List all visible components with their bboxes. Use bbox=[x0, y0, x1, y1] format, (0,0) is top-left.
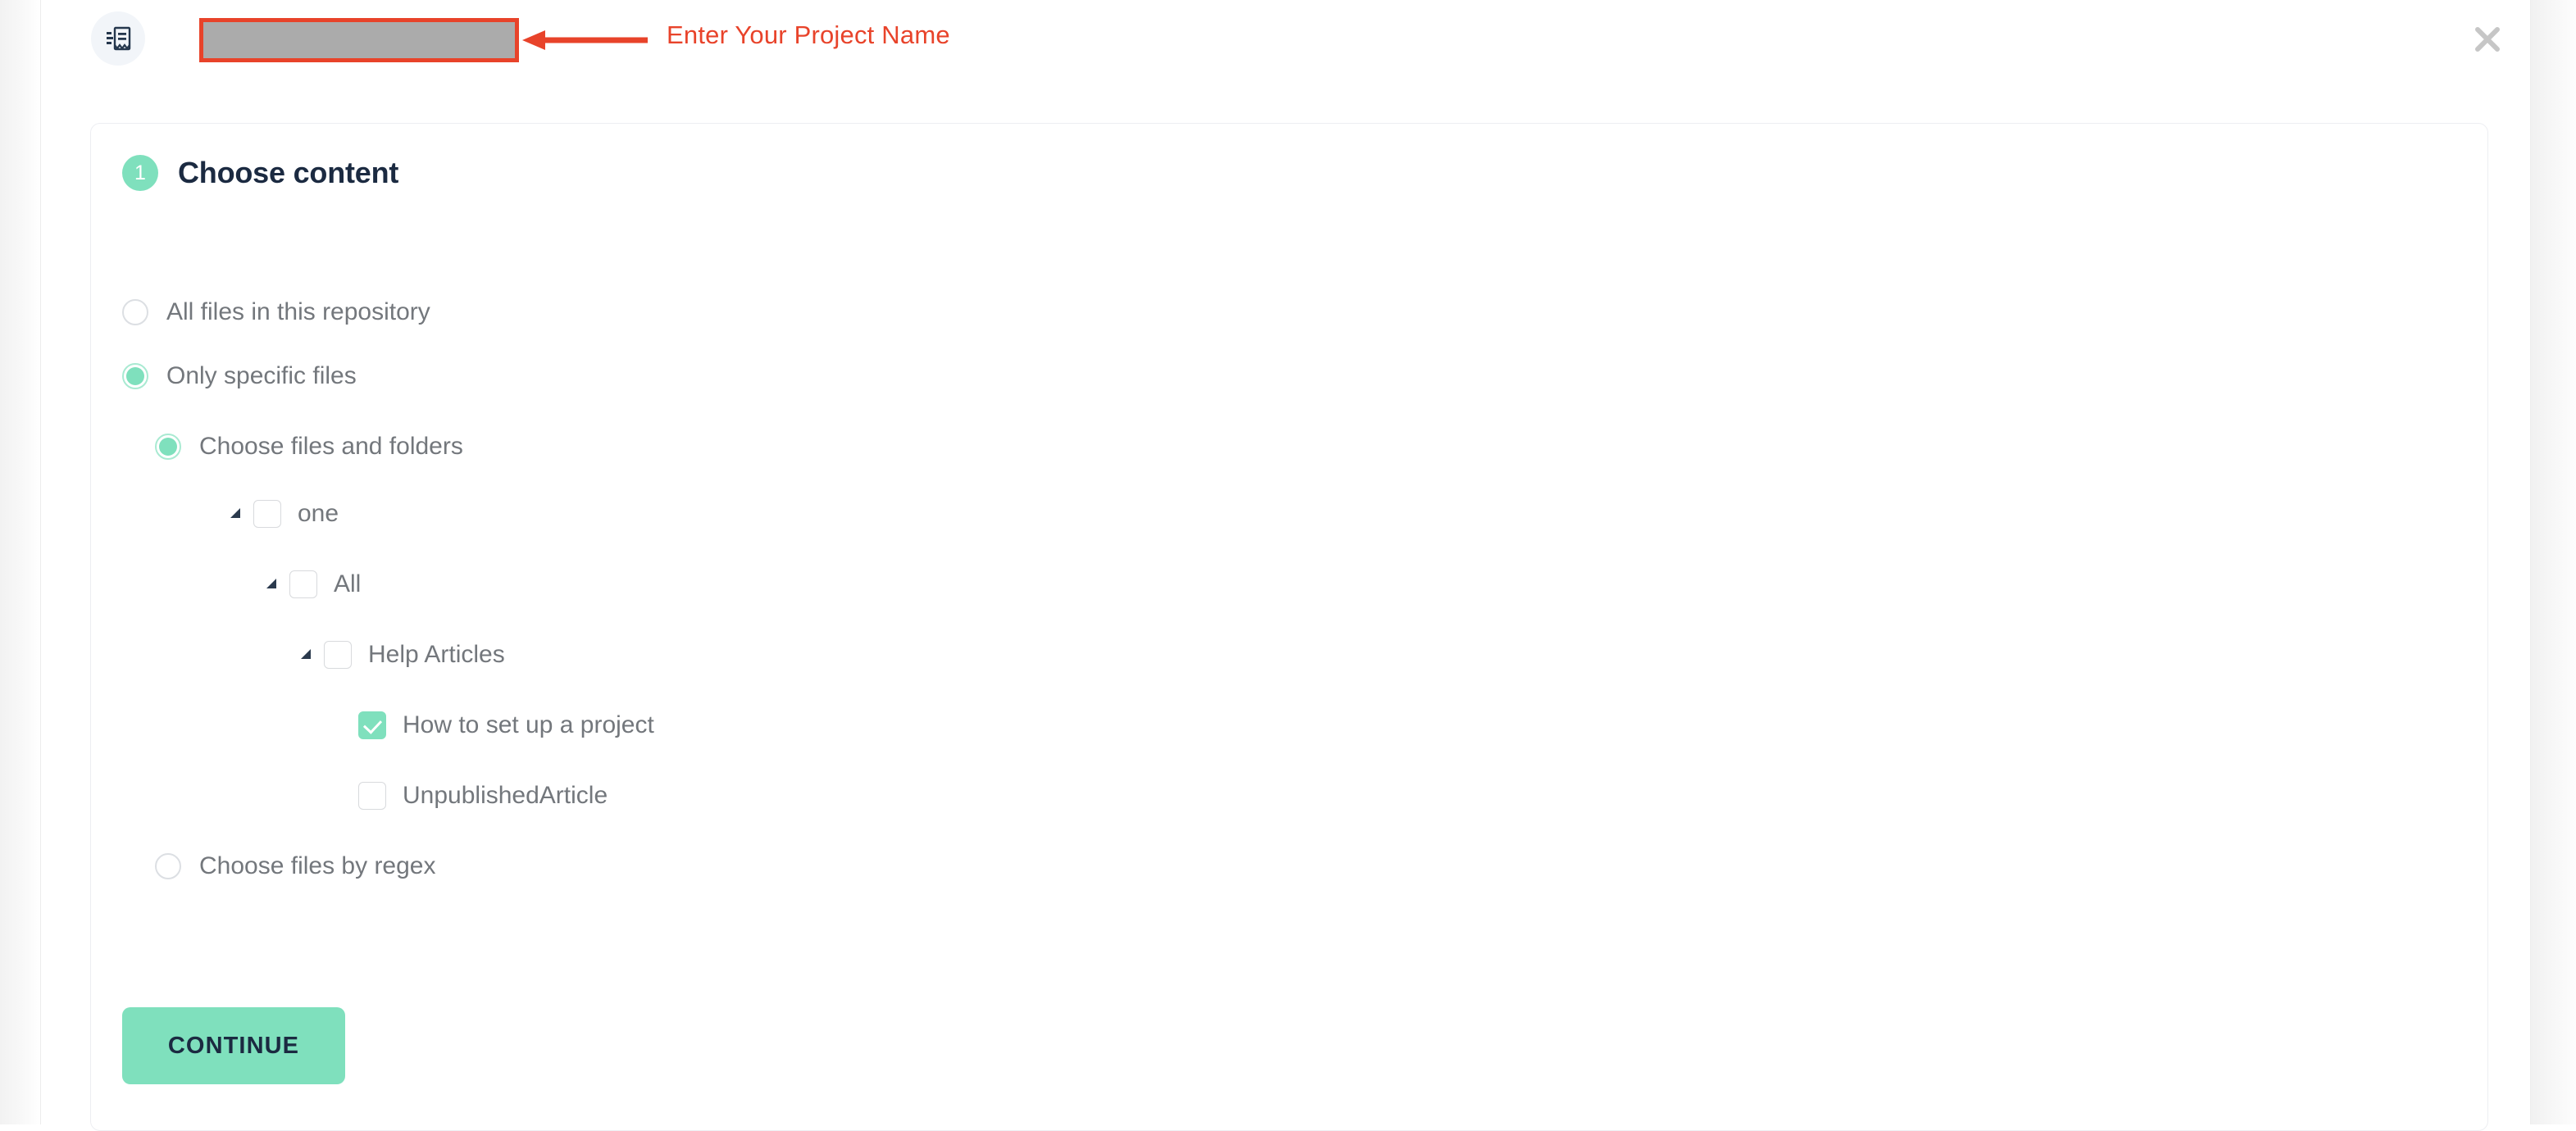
scrollbar-track[interactable] bbox=[2530, 0, 2576, 1124]
page-title: Choose content bbox=[178, 156, 399, 189]
checkbox-one[interactable] bbox=[253, 500, 281, 528]
radio-choose-files-by-regex[interactable] bbox=[155, 853, 181, 879]
option-only-specific-files[interactable]: Only specific files bbox=[122, 358, 2254, 394]
checkbox-unpublished-article[interactable] bbox=[358, 782, 386, 810]
option-all-files-in-repository[interactable]: All files in this repository bbox=[122, 294, 2254, 330]
tree-item-all[interactable]: All bbox=[263, 566, 2254, 602]
tree-item-one[interactable]: one bbox=[227, 496, 2254, 532]
tree-item-unpublished-article[interactable]: UnpublishedArticle bbox=[332, 778, 2254, 814]
radio-all-files-in-repository[interactable] bbox=[122, 299, 148, 325]
close-icon[interactable] bbox=[2464, 16, 2510, 62]
radio-only-specific-files[interactable] bbox=[122, 363, 148, 389]
option-label: Only specific files bbox=[166, 362, 357, 389]
option-choose-files-by-regex[interactable]: Choose files by regex bbox=[155, 848, 2254, 884]
expand-caret-icon[interactable] bbox=[298, 646, 316, 664]
caret-placeholder bbox=[332, 716, 350, 734]
project-name-input[interactable] bbox=[199, 18, 519, 62]
continue-button[interactable]: CONTINUE bbox=[122, 1007, 345, 1084]
tree-item-label: Help Articles bbox=[368, 641, 505, 668]
tree-item-label: UnpublishedArticle bbox=[403, 782, 608, 809]
left-page-edge bbox=[0, 0, 41, 1124]
step-header: 1 Choose content bbox=[122, 155, 398, 191]
option-label: Choose files by regex bbox=[199, 852, 436, 879]
tree-item-label: How to set up a project bbox=[403, 711, 654, 738]
checkbox-how-to-set-up-a-project[interactable] bbox=[358, 711, 386, 739]
checkbox-help-articles[interactable] bbox=[324, 641, 352, 669]
top-bar: Enter Your Project Name bbox=[42, 0, 2530, 82]
tree-item-help-articles[interactable]: Help Articles bbox=[298, 637, 2254, 673]
radio-choose-files-and-folders[interactable] bbox=[155, 434, 181, 460]
receipt-document-icon bbox=[91, 11, 145, 66]
tree-item-label: All bbox=[334, 570, 362, 597]
option-choose-files-and-folders[interactable]: Choose files and folders bbox=[155, 429, 2254, 465]
option-label: All files in this repository bbox=[166, 298, 430, 325]
expand-caret-icon[interactable] bbox=[227, 505, 245, 523]
choose-content-card: 1 Choose content All files in this repos… bbox=[90, 123, 2488, 1131]
option-label: Choose files and folders bbox=[199, 433, 463, 460]
content-options: All files in this repository Only specif… bbox=[122, 294, 2254, 884]
caret-placeholder bbox=[332, 787, 350, 805]
tree-item-how-to-set-up-a-project[interactable]: How to set up a project bbox=[332, 707, 2254, 743]
annotation-label: Enter Your Project Name bbox=[667, 20, 950, 49]
expand-caret-icon[interactable] bbox=[263, 575, 281, 593]
checkbox-all[interactable] bbox=[289, 570, 317, 598]
step-number-badge: 1 bbox=[122, 155, 158, 191]
tree-item-label: one bbox=[298, 500, 339, 527]
annotation-left-arrow-icon bbox=[521, 26, 652, 54]
